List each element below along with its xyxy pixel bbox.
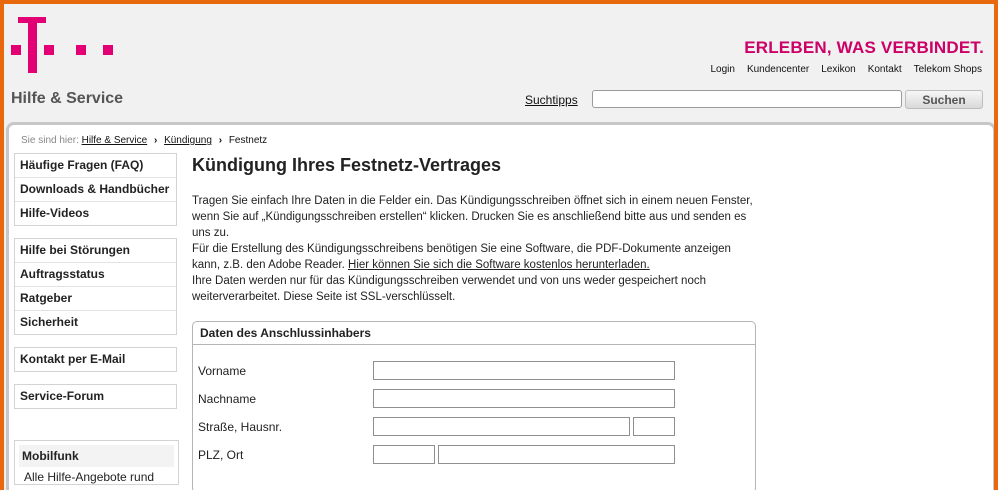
intro-paragraph-1: Tragen Sie einfach Ihre Daten in die Fel…: [192, 195, 753, 239]
mobilfunk-box: Mobilfunk Alle Hilfe-Angebote rund: [14, 440, 179, 485]
intro-text: Tragen Sie einfach Ihre Daten in die Fel…: [192, 193, 758, 305]
top-link-telekom-shops[interactable]: Telekom Shops: [914, 64, 982, 75]
sidebar-item-videos[interactable]: Hilfe-Videos: [15, 202, 176, 225]
plz-ort-label: PLZ, Ort: [198, 448, 244, 462]
page-title: Kündigung Ihres Festnetz-Vertrages: [192, 155, 502, 175]
breadcrumb-current: Festnetz: [228, 135, 268, 146]
mobilfunk-link[interactable]: Alle Hilfe-Angebote rund: [15, 467, 178, 484]
nachname-field[interactable]: [373, 389, 675, 408]
software-download-link[interactable]: Hier können Sie sich die Software kosten…: [348, 259, 650, 271]
search-button[interactable]: Suchen: [905, 90, 983, 109]
sidebar-item-stoerungen[interactable]: Hilfe bei Störungen: [15, 239, 176, 263]
chevron-right-icon: ›: [218, 135, 223, 146]
breadcrumb-link-hilfe-service[interactable]: Hilfe & Service: [82, 135, 148, 146]
form-heading: Daten des Anschlussinhabers: [193, 322, 755, 345]
breadcrumb-link-kuendigung[interactable]: Kündigung: [164, 135, 212, 146]
telekom-t-logo[interactable]: [11, 17, 121, 73]
breadcrumb: Sie sind hier: Hilfe & Service › Kündigu…: [21, 135, 267, 146]
sidebar-group-help: Häufige Fragen (FAQ) Downloads & Handbüc…: [14, 153, 177, 226]
top-link-kundencenter[interactable]: Kundencenter: [747, 64, 809, 75]
top-link-login[interactable]: Login: [710, 64, 734, 75]
owner-data-form: Daten des Anschlussinhabers Vorname Nach…: [192, 321, 756, 490]
main-content: Kündigung Ihres Festnetz-Vertrages Trage…: [192, 155, 758, 305]
hausnr-field[interactable]: [633, 417, 675, 436]
sidebar: Häufige Fragen (FAQ) Downloads & Handbüc…: [14, 153, 177, 421]
top-link-kontakt[interactable]: Kontakt: [868, 64, 902, 75]
vorname-label: Vorname: [198, 364, 247, 378]
sidebar-item-faq[interactable]: Häufige Fragen (FAQ): [15, 154, 176, 178]
slogan: ERLEBEN, WAS VERBINDET.: [744, 38, 984, 57]
top-link-lexikon[interactable]: Lexikon: [821, 64, 855, 75]
sidebar-item-sicherheit[interactable]: Sicherheit: [15, 311, 176, 334]
search-input[interactable]: [592, 90, 902, 108]
sidebar-item-auftragsstatus[interactable]: Auftragsstatus: [15, 263, 176, 287]
vorname-field[interactable]: [373, 361, 675, 380]
sidebar-item-kontakt-email[interactable]: Kontakt per E-Mail: [15, 348, 176, 371]
mobilfunk-heading: Mobilfunk: [19, 445, 174, 467]
nachname-label: Nachname: [198, 392, 257, 406]
page-frame: ERLEBEN, WAS VERBINDET. Login Kundencent…: [4, 4, 994, 490]
plz-field[interactable]: [373, 445, 435, 464]
top-links: Login Kundencenter Lexikon Kontakt Telek…: [698, 64, 982, 75]
chevron-right-icon: ›: [153, 135, 158, 146]
ort-field[interactable]: [438, 445, 675, 464]
site-title: Hilfe & Service: [11, 90, 124, 107]
sidebar-item-service-forum[interactable]: Service-Forum: [15, 385, 176, 408]
sidebar-item-downloads[interactable]: Downloads & Handbücher: [15, 178, 176, 202]
strasse-label: Straße, Hausnr.: [198, 420, 283, 434]
header: ERLEBEN, WAS VERBINDET. Login Kundencent…: [4, 4, 994, 122]
sidebar-group-contact: Kontakt per E-Mail: [14, 347, 177, 372]
search-tips-link[interactable]: Suchtipps: [525, 93, 578, 107]
intro-paragraph-2: Für die Erstellung des Kündigungsschreib…: [192, 241, 758, 273]
sidebar-group-support: Hilfe bei Störungen Auftragsstatus Ratge…: [14, 238, 177, 335]
intro-paragraph-3: Ihre Daten werden nur für das Kündigungs…: [192, 275, 706, 303]
content-area: Sie sind hier: Hilfe & Service › Kündigu…: [6, 122, 994, 490]
sidebar-group-forum: Service-Forum: [14, 384, 177, 409]
breadcrumb-prefix: Sie sind hier:: [21, 135, 79, 146]
sidebar-item-ratgeber[interactable]: Ratgeber: [15, 287, 176, 311]
strasse-field[interactable]: [373, 417, 630, 436]
